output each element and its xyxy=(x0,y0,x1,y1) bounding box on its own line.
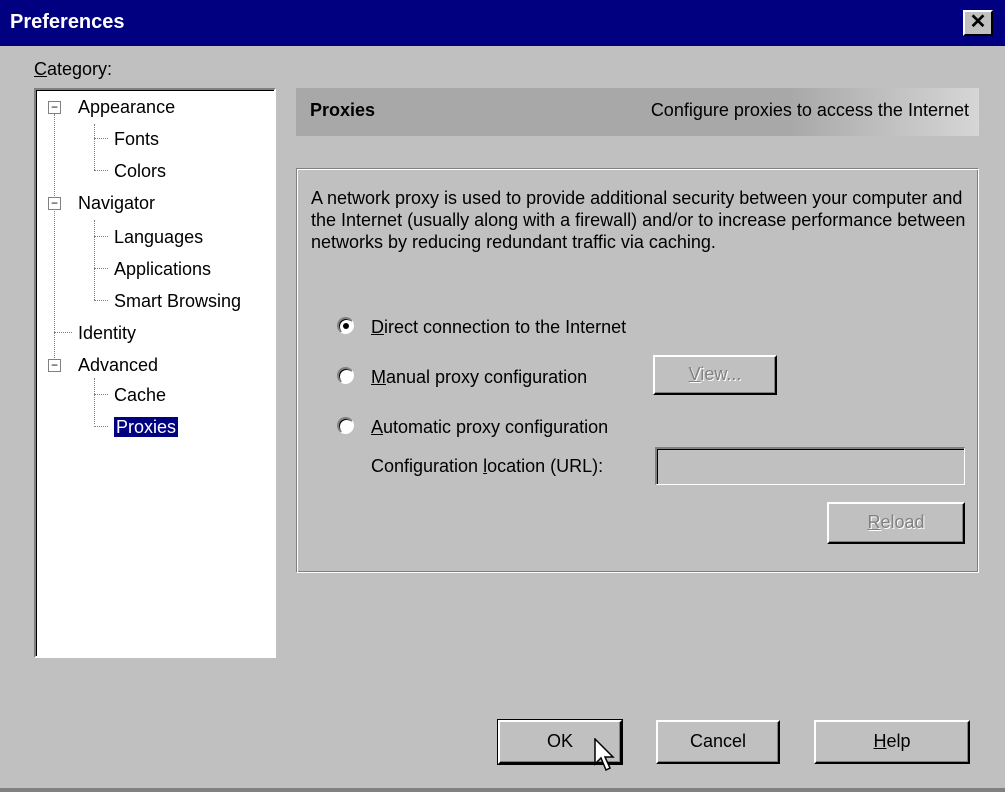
proxy-settings-group: A network proxy is used to provide addit… xyxy=(296,168,979,573)
collapse-icon[interactable]: − xyxy=(48,101,61,114)
radio-automatic-label[interactable]: Automatic proxy configuration xyxy=(371,415,608,439)
tree-item-appearance[interactable]: Appearance xyxy=(78,94,175,120)
title-bar: Preferences ✕ xyxy=(0,0,1005,46)
window-bottom-edge xyxy=(0,788,1005,792)
category-label: Category: xyxy=(34,59,113,79)
tree-connector xyxy=(94,378,95,424)
close-icon: ✕ xyxy=(969,11,987,33)
cancel-button[interactable]: Cancel xyxy=(656,720,780,764)
reload-button[interactable]: Reload xyxy=(827,502,965,544)
category-tree[interactable]: − Appearance Fonts Colors − Navigator La… xyxy=(34,88,276,658)
tree-connector xyxy=(94,138,108,139)
tree-connector xyxy=(94,236,108,237)
close-button[interactable]: ✕ xyxy=(963,10,993,36)
collapse-icon[interactable]: − xyxy=(48,359,61,372)
radio-direct-label[interactable]: Direct connection to the Internet xyxy=(371,315,626,339)
tree-item-cache[interactable]: Cache xyxy=(114,382,166,408)
mouse-cursor-icon xyxy=(594,738,615,772)
tree-item-smart-browsing[interactable]: Smart Browsing xyxy=(114,288,241,314)
category-label-text: ategory: xyxy=(47,59,113,79)
tree-connector xyxy=(94,426,108,427)
view-button[interactable]: View... xyxy=(653,355,777,395)
tree-connector xyxy=(94,300,108,301)
tree-item-colors[interactable]: Colors xyxy=(114,158,166,184)
tree-connector xyxy=(94,220,95,300)
help-button[interactable]: Help xyxy=(814,720,970,764)
tree-item-advanced[interactable]: Advanced xyxy=(78,352,158,378)
radio-button[interactable] xyxy=(337,367,354,384)
tree-connector xyxy=(94,124,95,170)
tree-item-proxies[interactable]: Proxies xyxy=(112,414,180,440)
radio-dot xyxy=(343,323,349,329)
tree-item-identity[interactable]: Identity xyxy=(78,320,136,346)
window-title: Preferences xyxy=(10,11,125,33)
url-label: Configuration location (URL): xyxy=(371,456,604,476)
tree-item-languages[interactable]: Languages xyxy=(114,224,203,250)
tree-item-proxies-label: Proxies xyxy=(112,416,180,438)
radio-manual-label[interactable]: Manual proxy configuration xyxy=(371,365,587,389)
tree-connector xyxy=(94,394,108,395)
panel-description: Configure proxies to access the Internet xyxy=(650,100,969,120)
radio-button[interactable] xyxy=(337,317,354,334)
collapse-icon[interactable]: − xyxy=(48,197,61,210)
panel-title: Proxies xyxy=(310,100,376,120)
radio-button[interactable] xyxy=(337,417,354,434)
tree-connector xyxy=(94,268,108,269)
tree-item-applications[interactable]: Applications xyxy=(114,256,211,282)
proxy-description-text: A network proxy is used to provide addit… xyxy=(311,188,966,252)
configuration-url-input[interactable] xyxy=(655,447,965,485)
tree-connector xyxy=(54,114,55,362)
tree-connector xyxy=(54,332,72,333)
tree-item-fonts[interactable]: Fonts xyxy=(114,126,159,152)
panel-header: Proxies Configure proxies to access the … xyxy=(296,88,979,136)
tree-item-navigator[interactable]: Navigator xyxy=(78,190,155,216)
tree-connector xyxy=(94,170,108,171)
